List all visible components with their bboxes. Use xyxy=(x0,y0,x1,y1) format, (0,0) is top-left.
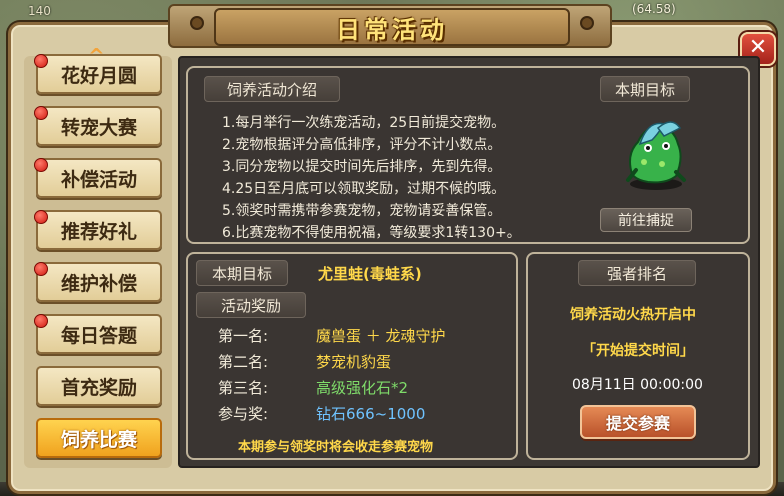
intro-heading: 饲养活动介绍 xyxy=(204,76,340,102)
reward-rank-value: 钻石666~1000 xyxy=(316,405,426,423)
sidebar-item-label: 推荐好礼 xyxy=(60,220,137,243)
sidebar-item-maintenance[interactable]: 维护补偿 xyxy=(34,262,162,302)
reward-rank-label: 参与奖: xyxy=(218,405,269,423)
sidebar-item-label: 饲养比赛 xyxy=(60,428,137,451)
sidebar-item-pet-transfer[interactable]: 转宠大赛 xyxy=(34,106,162,146)
sidebar-item-label: 补偿活动 xyxy=(60,168,137,191)
notification-dot-icon xyxy=(34,210,48,224)
sidebar-item-breeding-contest[interactable]: 饲养比赛 xyxy=(36,418,162,458)
reward-heading: 活动奖励 xyxy=(196,292,306,318)
bolt-icon xyxy=(190,16,204,30)
sidebar-item-label: 首充奖励 xyxy=(60,376,137,399)
submit-entry-button[interactable]: 提交参赛 xyxy=(580,405,696,439)
intro-line: 1.每月举行一次练宠活动，25日前提交宠物。 xyxy=(222,115,506,131)
frog-pet-icon xyxy=(626,121,686,190)
intro-line: 5.领奖时需携带参赛宠物，宠物请妥善保管。 xyxy=(222,203,502,219)
intro-line: 3.同分宠物以提交时间先后排序，先到先得。 xyxy=(222,159,502,175)
reward-rank-label: 第三名: xyxy=(218,379,269,397)
notification-dot-icon xyxy=(34,158,48,172)
intro-line: 2.宠物根据评分高低排序，评分不计小数点。 xyxy=(222,137,502,153)
reward-rank-value: 魔兽蛋 ＋ 龙魂守护 xyxy=(316,327,446,345)
notification-dot-icon xyxy=(34,314,48,328)
sidebar-item-daily-quiz[interactable]: 每日答题 xyxy=(34,314,162,354)
reward-note: 本期参与领奖时将会收走参赛宠物 xyxy=(238,440,434,455)
notification-dot-icon xyxy=(34,54,48,68)
title-plate: 日常活动 xyxy=(214,8,570,46)
map-coordinates: (64.58) xyxy=(632,2,676,16)
sidebar-item-label: 转宠大赛 xyxy=(60,116,137,139)
notification-dot-icon xyxy=(34,262,48,276)
sidebar-item-first-recharge[interactable]: 首充奖励 xyxy=(36,366,162,406)
reward-rank-value: 梦宠机豹蛋 xyxy=(316,353,392,371)
start-time-value: 08月11日 00:00:00 xyxy=(572,377,703,393)
bolt-icon xyxy=(580,16,594,30)
sidebar-item-referral[interactable]: 推荐好礼 xyxy=(34,210,162,250)
sidebar-item-compensation[interactable]: 补偿活动 xyxy=(34,158,162,198)
window-title: 日常活动 xyxy=(336,15,448,44)
target-label: 本期目标 xyxy=(196,260,288,286)
sidebar-item-mid-autumn[interactable]: 花好月圆 xyxy=(34,54,162,94)
notification-dot-icon xyxy=(34,106,48,120)
reward-rank-value: 高级强化石*2 xyxy=(316,379,409,397)
reward-rank-label: 第二名: xyxy=(218,353,269,371)
player-level: 140 xyxy=(28,4,51,18)
sidebar-item-label: 每日答题 xyxy=(60,324,137,347)
ranking-heading: 强者排名 xyxy=(578,260,696,286)
target-heading: 本期目标 xyxy=(600,76,690,102)
target-pet-name: 尤里蛙(毒蛙系) xyxy=(318,265,422,283)
reward-rank-label: 第一名: xyxy=(218,327,269,345)
intro-line: 6.比赛宠物不得使用祝福，等级要求1转130+。 xyxy=(222,225,521,241)
intro-line: 4.25日至月底可以领取奖励，过期不候的哦。 xyxy=(222,181,506,197)
ranking-status: 饲养活动火热开启中 xyxy=(570,307,696,323)
go-capture-button[interactable]: 前往捕捉 xyxy=(600,208,692,232)
sidebar-item-label: 花好月圆 xyxy=(60,64,137,87)
start-time-label: 「开始提交时间」 xyxy=(582,343,694,359)
sidebar-item-label: 维护补偿 xyxy=(60,272,137,295)
